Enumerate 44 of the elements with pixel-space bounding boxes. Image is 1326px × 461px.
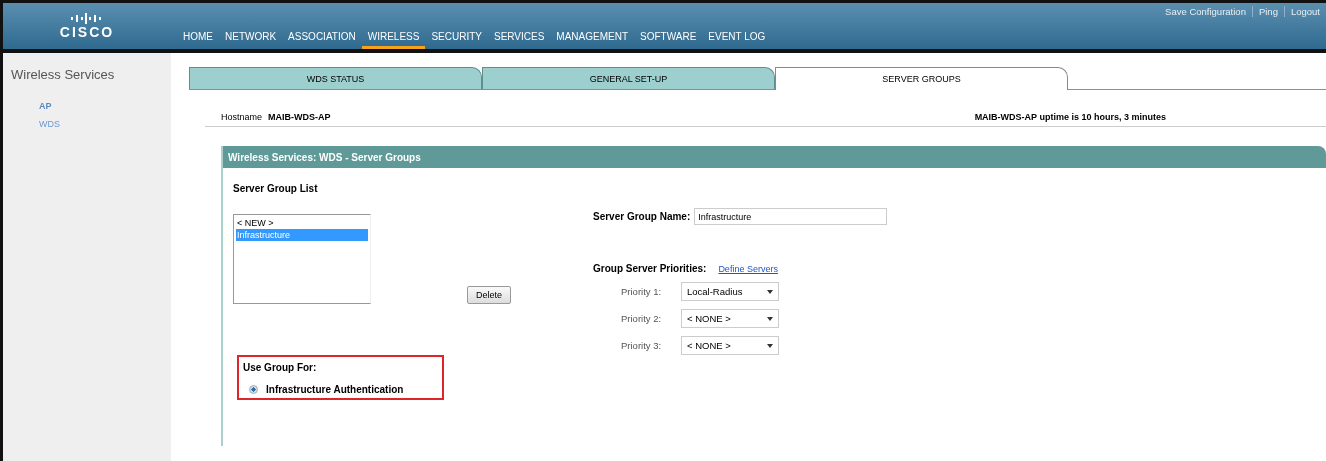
nav-tab[interactable]: ASSOCIATION	[282, 31, 362, 49]
nav-tab[interactable]: WIRELESS	[361, 31, 426, 49]
caret-icon	[767, 316, 773, 321]
header-link[interactable]: Ping	[1251, 6, 1278, 17]
logo-text: CISCO	[59, 24, 115, 40]
nav-tab[interactable]: SOFTWARE	[634, 31, 703, 49]
caret-icon	[767, 289, 773, 294]
radio-label: Infrastructure Authentication	[266, 384, 404, 395]
tab[interactable]: WDS STATUS	[189, 67, 482, 89]
group-name-field[interactable]: Infrastructure	[694, 208, 888, 225]
uptime-text: MAIB-WDS-AP uptime is 10 hours, 3 minutes	[974, 112, 1166, 124]
list-title: Server Group List	[233, 183, 318, 194]
radio-button[interactable]	[249, 385, 258, 394]
nav-tab[interactable]: MANAGEMENT	[550, 31, 635, 49]
priority-dropdown[interactable]: < NONE >	[681, 309, 779, 328]
nav-tab[interactable]: HOME	[177, 31, 219, 49]
header-link[interactable]: Logout	[1283, 6, 1320, 17]
priority-label: Priority 2:	[621, 313, 663, 324]
header-link[interactable]: Save Configuration	[1159, 6, 1246, 17]
nav-tab[interactable]: NETWORK	[219, 31, 283, 49]
logo-bars-icon	[70, 12, 104, 24]
list-option[interactable]: < NEW >	[236, 217, 368, 229]
priority-label: Priority 1:	[621, 286, 663, 297]
group-name-label: Server Group Name:	[593, 211, 691, 222]
nav-tab[interactable]: SERVICES	[487, 31, 551, 49]
use-group-label: Use Group For:	[243, 362, 318, 373]
list-option[interactable]: Infrastructure	[236, 229, 368, 241]
sidebar-link[interactable]: AP	[39, 101, 171, 111]
tab[interactable]: SERVER GROUPS	[775, 67, 1068, 90]
priorities-label: Group Server Priorities:	[593, 263, 707, 274]
tab[interactable]: GENERAL SET-UP	[482, 67, 775, 89]
nav-tab[interactable]: EVENT LOG	[702, 31, 772, 49]
priority-label: Priority 3:	[621, 340, 663, 351]
sidebar-title: Wireless Services	[10, 67, 115, 82]
define-servers-link[interactable]: Define Servers	[718, 263, 778, 274]
sidebar-link[interactable]: WDS	[39, 119, 171, 129]
hostname-text: Hostname MAIB-WDS-AP	[221, 112, 331, 124]
caret-icon	[767, 343, 773, 348]
nav-tab[interactable]: SECURITY	[425, 31, 488, 49]
priority-dropdown[interactable]: Local-Radius	[681, 282, 779, 301]
group-listbox[interactable]: < NEW > Infrastructure	[233, 214, 371, 304]
priority-dropdown[interactable]: < NONE >	[681, 336, 779, 355]
panel-title: Wireless Services: WDS - Server Groups	[223, 146, 1326, 168]
delete-button[interactable]: Delete	[467, 286, 511, 304]
